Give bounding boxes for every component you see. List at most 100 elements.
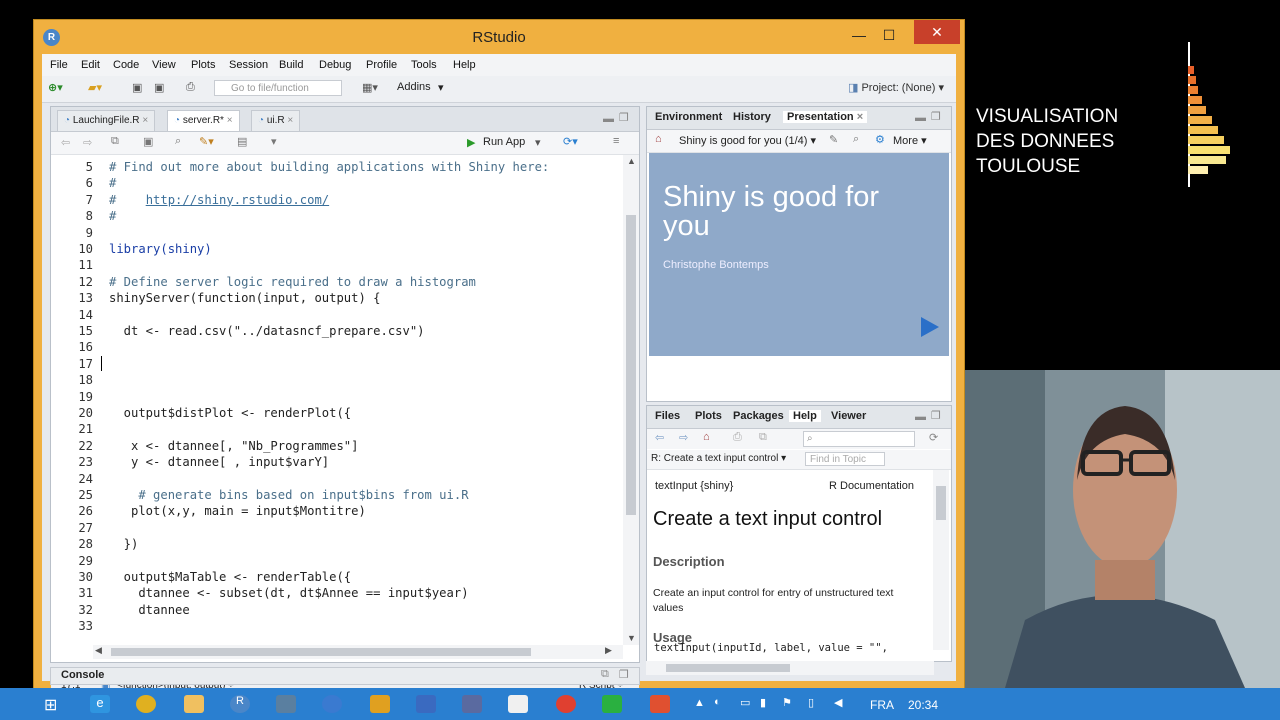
save-app-icon[interactable] [416,695,436,713]
help-back-icon[interactable]: ⇦ [655,431,664,444]
minimize-pane-icon[interactable]: ▬ [603,113,614,125]
more-menu[interactable]: More ▾ [893,134,927,147]
tab-presentation[interactable]: Presentation × [783,111,868,123]
title-bar[interactable]: R RStudio — ☐ ✕ [34,20,964,54]
menu-profile[interactable]: Profile [366,59,397,71]
close-tab-icon[interactable]: × [287,115,293,126]
new-file-icon[interactable]: ⊕▾ [48,81,63,97]
tab-server[interactable]: ◔ server.R* × [167,110,240,131]
restore-pane-icon[interactable]: ⧉ [601,668,609,681]
help-print-icon[interactable]: ⎙ [733,431,742,444]
run-app-chevron-icon[interactable]: ▾ [535,136,541,149]
menu-file[interactable]: File [50,59,68,71]
maximize-help-icon[interactable]: ❐ [931,409,941,422]
save-all-icon[interactable]: ▣ [154,81,164,97]
console-pane[interactable]: Console ⧉ ❐ [50,667,640,685]
menu-code[interactable]: Code [113,59,139,71]
tab-ui[interactable]: ◔ ui.R × [251,110,301,131]
tab-viewer[interactable]: Viewer [831,410,866,422]
forward-arrow-icon[interactable]: ⇨ [83,136,92,149]
more-chevron-icon[interactable]: ▾ [271,135,277,148]
help-scroll-thumb[interactable] [936,486,946,520]
menu-tools[interactable]: Tools [411,59,437,71]
close-presentation-icon[interactable]: × [857,111,863,123]
outline-icon[interactable]: ≡ [613,135,619,147]
scroll-right-icon[interactable]: ▶ [605,645,612,656]
tab-plots[interactable]: Plots [695,410,722,422]
help-popout-icon[interactable]: ⧉ [759,431,767,444]
project-menu[interactable]: ◨ Project: (None) ▾ [848,81,944,97]
notepad-icon[interactable] [508,695,528,713]
editor-app-icon[interactable] [276,695,296,713]
minimize-help-icon[interactable]: ▬ [915,411,926,423]
recorder-icon[interactable] [650,695,670,713]
rstudio-taskbar-icon[interactable]: R [230,695,250,713]
windows-start-icon[interactable]: ⊞ [44,695,64,714]
menu-session[interactable]: Session [229,59,268,71]
help-scrollbar[interactable] [933,470,949,650]
tray-expand-icon[interactable]: ▲ [694,697,705,709]
tab-help[interactable]: Help [789,410,821,422]
file-explorer-icon[interactable] [184,695,204,713]
show-in-window-icon[interactable]: ⧉ [111,135,119,148]
code-editor[interactable]: 5 # Find out more about building applicat… [51,155,623,645]
addins-chevron-icon[interactable]: ▾ [438,81,444,97]
zoom-icon[interactable]: ⌕ [853,133,859,146]
menu-edit[interactable]: Edit [81,59,100,71]
more-gear-icon[interactable]: ⚙ [875,133,885,146]
battery-icon[interactable]: ▯ [808,696,814,709]
goto-file-input[interactable]: Go to file/function [214,80,342,96]
tray-device-icon[interactable]: ▭ [740,696,750,709]
chrome-icon[interactable] [136,695,156,713]
slide-selector[interactable]: Shiny is good for you (1/4) ▾ [679,134,816,147]
help-forward-icon[interactable]: ⇨ [679,431,688,444]
chrome-2-icon[interactable] [556,695,576,713]
edit-slide-icon[interactable]: ✎ [829,133,838,146]
scroll-left-icon[interactable]: ◀ [95,645,102,656]
find-icon[interactable]: ⌕ [175,135,181,148]
maximize-env-icon[interactable]: ❐ [931,110,941,123]
minimize-button[interactable]: — [844,24,874,46]
pen-app-icon[interactable] [462,695,482,713]
maximize-button[interactable]: ☐ [874,24,904,46]
menu-debug[interactable]: Debug [319,59,351,71]
find-in-topic-input[interactable]: Find in Topic [805,452,885,466]
save-icon[interactable]: ▣ [132,81,142,97]
editor-vertical-scroll-thumb[interactable] [626,215,636,515]
internet-explorer-icon[interactable]: e [90,695,110,713]
flag-icon[interactable]: ⚑ [782,696,792,709]
outlook-icon[interactable] [370,695,390,713]
language-indicator[interactable]: FRA [870,698,894,712]
help-hscroll-thumb[interactable] [666,664,790,672]
menu-build[interactable]: Build [279,59,303,71]
help-search-input[interactable]: ⌕ [803,431,915,447]
back-arrow-icon[interactable]: ⇦ [61,136,70,149]
update-icon[interactable] [322,695,342,713]
topic-selector[interactable]: R: Create a text input control ▾ [651,453,786,464]
grid-layout-icon[interactable]: ▦▾ [362,81,378,97]
addins-button[interactable]: Addins [397,81,431,97]
refresh-icon[interactable]: ⟳ [929,431,938,444]
close-tab-icon[interactable]: × [227,115,233,126]
volume-icon[interactable]: ◀ [834,696,842,709]
menu-view[interactable]: View [152,59,176,71]
run-app-icon[interactable]: ▶ [467,136,475,149]
compile-report-icon[interactable]: ▤ [237,135,247,148]
close-tab-icon[interactable]: × [142,115,148,126]
home-icon[interactable]: ⌂ [655,133,662,145]
menu-plots[interactable]: Plots [191,59,215,71]
code-tools-icon[interactable]: ✎▾ [199,135,214,148]
tab-files[interactable]: Files [655,410,680,422]
maximize-pane-icon[interactable]: ❐ [619,111,629,124]
camtasia-icon[interactable] [602,695,622,713]
tray-app-icon[interactable]: ◐ [714,696,721,708]
minimize-env-icon[interactable]: ▬ [915,112,926,124]
help-horizontal-scrollbar[interactable] [646,661,934,675]
network-icon[interactable]: ▮ [760,696,766,709]
next-slide-arrow-icon[interactable] [921,317,939,337]
publish-icon[interactable]: ⟳▾ [563,135,578,148]
print-icon[interactable]: ⎙ [186,81,195,97]
close-button[interactable]: ✕ [914,20,960,44]
open-folder-icon[interactable]: ▰▾ [88,81,102,97]
scroll-down-icon[interactable]: ▼ [627,633,636,643]
